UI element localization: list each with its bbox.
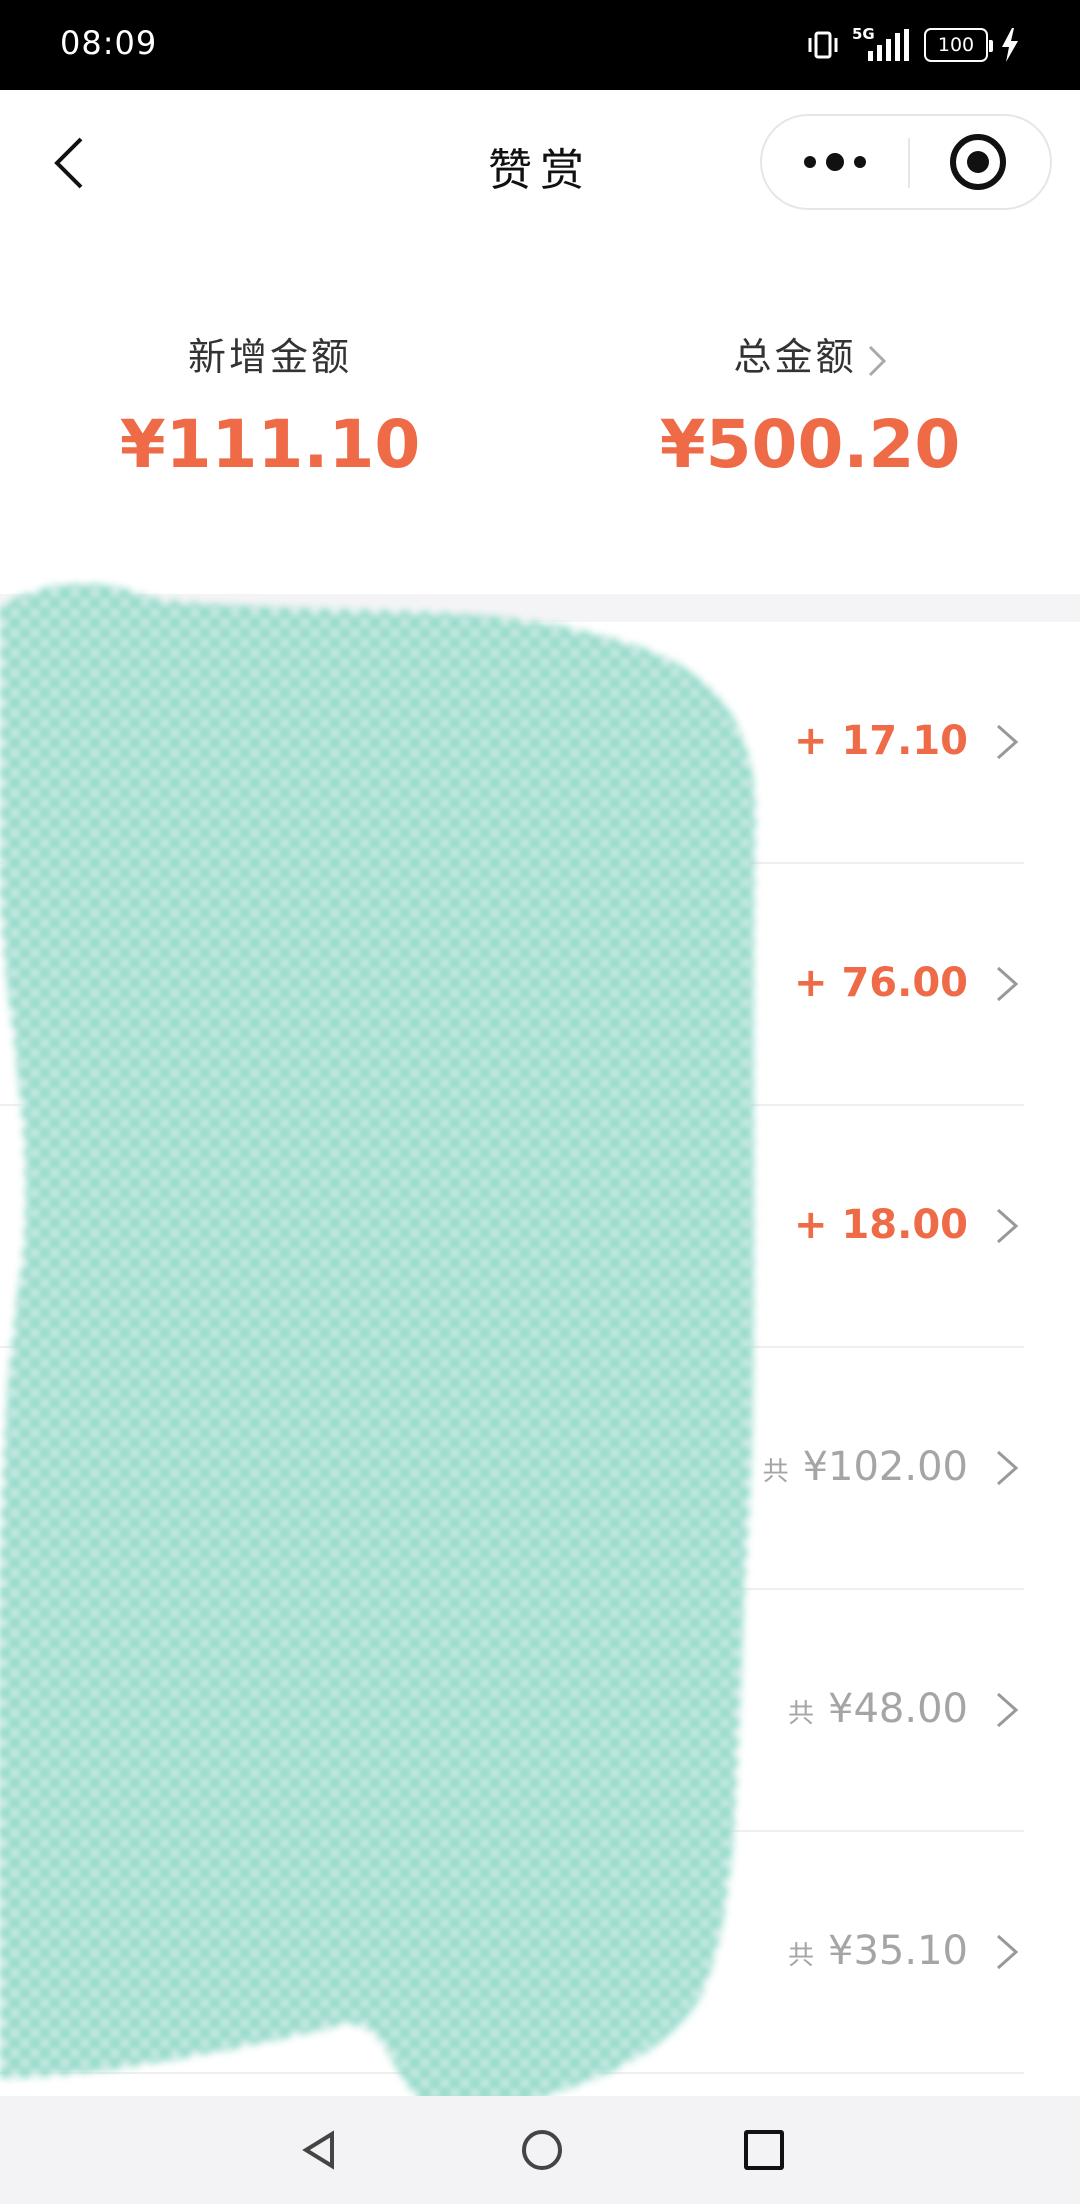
row-amount: + 18.00 [794, 1202, 968, 1248]
new-amount-block: 新增金额 ¥111.10 [0, 236, 540, 594]
status-time: 08:09 [60, 24, 158, 62]
total-prefix: 共 [762, 1457, 789, 1487]
battery-icon: 100 [924, 28, 993, 62]
chevron-right-icon [997, 1450, 1019, 1486]
list-item[interactable]: 共 ¥102.00 [0, 1348, 1080, 1590]
list-item[interactable]: 共 ¥48.00 [0, 1590, 1080, 1832]
reward-list: + 17.10 + 76.00 + 18.00 共 ¥102.00 共 ¥48.00… [0, 622, 1080, 2096]
row-amount: + 76.00 [794, 960, 968, 1006]
divider [0, 2072, 1024, 2074]
row-amount: 共 ¥35.10 [788, 1928, 968, 1974]
close-miniprogram-button[interactable] [905, 116, 1050, 208]
target-circle-icon [949, 134, 1006, 190]
more-dots-icon-right [853, 156, 866, 168]
system-back-button[interactable] [296, 2126, 344, 2174]
chevron-right-icon [997, 1692, 1019, 1728]
recent-square-icon [744, 2130, 784, 2170]
list-item[interactable]: + 17.10 [0, 622, 1080, 864]
list-item[interactable]: + 18.00 [0, 1106, 1080, 1348]
list-item[interactable]: + 76.00 [0, 864, 1080, 1106]
chevron-right-icon [997, 1208, 1019, 1244]
battery-level: 100 [937, 34, 975, 56]
more-dots-icon-center [825, 153, 844, 171]
list-item[interactable]: 共 ¥35.10 [0, 1832, 1080, 2074]
vibrate-icon [808, 31, 838, 59]
row-amount: + 17.10 [794, 718, 968, 764]
total-amount-block[interactable]: 总金额 ¥500.20 [540, 236, 1080, 594]
status-indicators: 5G 100 [806, 22, 1020, 68]
system-navigation-bar [0, 2096, 1080, 2204]
charging-bolt-icon [1002, 28, 1018, 62]
total-prefix: 共 [788, 1699, 815, 1729]
chevron-right-icon [997, 1934, 1019, 1970]
reward-summary: 新增金额 ¥111.10 总金额 ¥500.20 [0, 236, 1080, 594]
miniprogram-capsule [760, 114, 1052, 210]
total-amount-label: 总金额 [733, 335, 857, 379]
row-amount: 共 ¥102.00 [762, 1444, 968, 1490]
section-gap [0, 594, 1080, 622]
chevron-right-icon [997, 724, 1019, 760]
system-home-button[interactable] [518, 2126, 566, 2174]
more-dots-icon [803, 156, 816, 168]
new-amount-value: ¥111.10 [119, 406, 421, 483]
navigation-bar: 赞赏 [0, 90, 1080, 236]
status-bar: 08:09 5G 100 [0, 0, 1080, 90]
total-amount-label-wrap[interactable]: 总金额 [540, 326, 1080, 381]
triangle-back-icon [302, 2130, 334, 2170]
new-amount-label: 新增金额 [187, 335, 352, 379]
total-amount-value: ¥500.20 [659, 406, 961, 483]
chevron-right-icon [868, 345, 886, 376]
home-circle-icon [522, 2130, 562, 2170]
more-button[interactable] [762, 116, 907, 208]
chevron-right-icon [997, 966, 1019, 1002]
system-recent-apps-button[interactable] [740, 2126, 788, 2174]
total-prefix: 共 [788, 1941, 815, 1971]
row-amount: 共 ¥48.00 [788, 1686, 968, 1732]
signal-icon: 5G [852, 25, 912, 65]
